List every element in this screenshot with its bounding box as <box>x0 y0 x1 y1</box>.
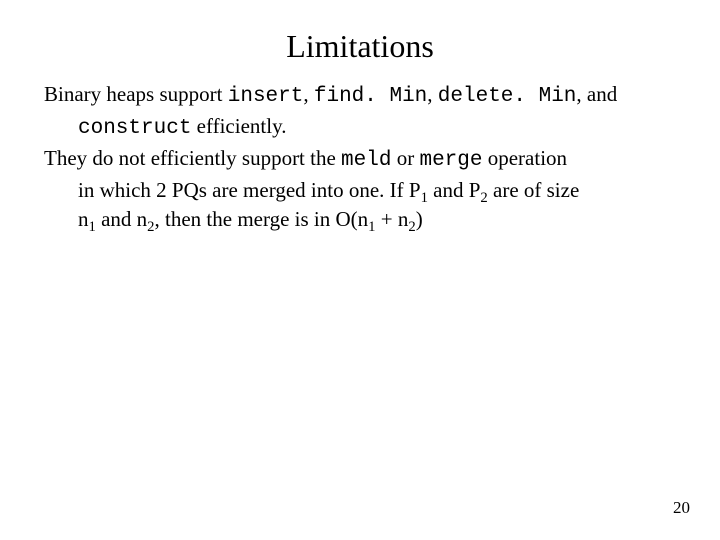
subscript: 1 <box>421 190 428 206</box>
line-3: They do not efficiently support the meld… <box>44 145 676 175</box>
line-5: n1 and n2, then the merge is in O(n1 + n… <box>44 206 676 233</box>
text: Binary heaps support <box>44 82 228 106</box>
line-4: in which 2 PQs are merged into one. If P… <box>44 177 676 204</box>
text: , then the merge is in O(n <box>155 207 369 231</box>
subscript: 2 <box>408 219 415 235</box>
subscript: 1 <box>368 219 375 235</box>
text: or <box>391 146 419 170</box>
line-1: Binary heaps support insert, find. Min , … <box>44 81 676 111</box>
code-findmin: find. Min <box>314 85 427 108</box>
code-insert: insert <box>228 85 304 108</box>
text: , <box>303 82 314 106</box>
code-construct: construct <box>78 117 191 140</box>
text: They do not efficiently support the <box>44 146 341 170</box>
text: and P <box>428 178 481 202</box>
subscript: 2 <box>147 219 154 235</box>
text: operation <box>482 146 567 170</box>
slide-title: Limitations <box>44 28 676 65</box>
text: ) <box>416 207 423 231</box>
page-number: 20 <box>673 498 690 518</box>
text: , <box>427 82 438 106</box>
text: , and <box>576 82 617 106</box>
slide-body: Binary heaps support insert, find. Min , … <box>44 81 676 232</box>
subscript: 1 <box>89 219 96 235</box>
text: in which 2 PQs are merged into one. If P <box>78 178 421 202</box>
slide: Limitations Binary heaps support insert,… <box>0 0 720 540</box>
subscript: 2 <box>480 190 487 206</box>
line-2: construct efficiently. <box>44 113 676 143</box>
code-merge: merge <box>419 149 482 172</box>
text: + n <box>376 207 409 231</box>
text: efficiently. <box>191 114 286 138</box>
code-meld: meld <box>341 149 391 172</box>
text: n <box>78 207 89 231</box>
text: and n <box>96 207 147 231</box>
code-deletemin: delete. Min <box>438 85 577 108</box>
text: are of size <box>488 178 580 202</box>
